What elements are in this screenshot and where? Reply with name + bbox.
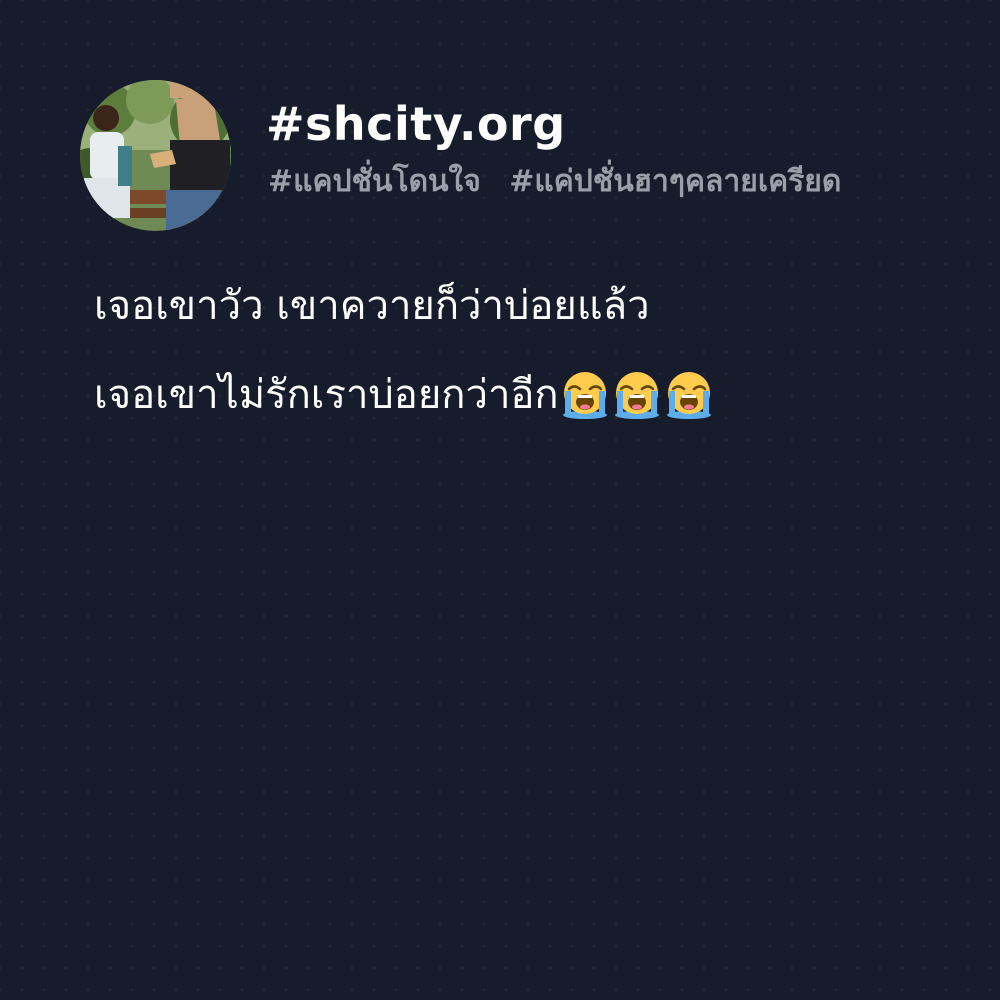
avatar [80,80,231,231]
caption-line: เจอเขาวัว เขาควายก็ว่าบ่อยแล้ว [94,282,954,330]
hashtag[interactable]: #แคปชั่นโดนใจ [268,164,481,199]
avatar-photo [80,80,231,231]
caption-line: เจอเขาไม่รักเราบ่อยกว่าอีก [94,371,954,419]
loudly-crying-face-icon [562,372,607,419]
caption-line-text: เจอเขาไม่รักเราบ่อยกว่าอีก [94,372,559,418]
hashtag-row: #แคปชั่นโดนใจ #แค่ปชั่นฮาๆคลายเครียด [268,162,841,202]
emoji-group [559,369,715,421]
caption: เจอเขาวัว เขาควายก็ว่าบ่อยแล้ว เจอเขาไม่… [94,282,954,460]
hashtag[interactable]: #แค่ปชั่นฮาๆคลายเครียด [509,164,841,199]
quote-card: #shcity.org #แคปชั่นโดนใจ #แค่ปชั่นฮาๆคล… [0,0,1000,1000]
loudly-crying-face-icon [666,372,711,419]
brand-title: #shcity.org [266,97,566,151]
caption-line-text: เจอเขาวัว เขาควายก็ว่าบ่อยแล้ว [94,283,650,329]
loudly-crying-face-icon [614,372,659,419]
